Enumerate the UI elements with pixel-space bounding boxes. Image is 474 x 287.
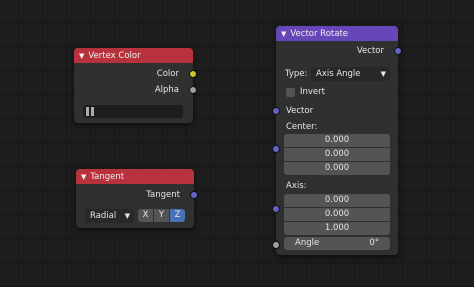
axis-y-button[interactable]: Y [154,209,169,222]
axis-x-field[interactable]: 0.000 [284,194,390,207]
vector-rotate-node[interactable]: ▼ Vector Rotate Vector Type: Axis Angle … [272,26,402,255]
angle-field[interactable]: Angle 0° [284,237,390,250]
axis-label: Axis: [286,181,307,191]
output-color-label: Color [156,69,179,79]
collapse-chevron-icon[interactable]: ▼ [79,52,84,60]
direction-dropdown[interactable]: Radial ▼ [85,209,134,223]
axis-x-button[interactable]: X [138,209,153,222]
output-tangent-label: Tangent [146,190,180,200]
vector-rotate-header[interactable]: ▼ Vector Rotate [276,26,398,41]
color-output-socket[interactable] [189,70,197,78]
type-dropdown[interactable]: Axis Angle ▼ [311,67,390,81]
center-y-field[interactable]: 0.000 [284,148,390,161]
axis-z-button[interactable]: Z [170,209,185,222]
invert-checkbox[interactable] [286,88,295,97]
chevron-down-icon: ▼ [124,212,130,220]
axis-z-field[interactable]: 1.000 [284,222,390,235]
axis-y-field[interactable]: 0.000 [284,208,390,221]
center-input-socket[interactable] [272,145,280,153]
output-vector-label: Vector [356,46,384,56]
tangent-node[interactable]: ▼ Tangent Tangent Radial ▼ X Y Z [76,169,198,228]
angle-value: 0° [369,238,379,248]
angle-input-socket[interactable] [272,241,280,249]
vertex-color-header[interactable]: ▼ Vertex Color [74,48,193,63]
center-label: Center: [286,122,318,132]
vertex-color-node[interactable]: ▼ Vertex Color Color Alpha [74,48,197,123]
node-title: Tangent [90,171,125,182]
chevron-down-icon: ▼ [380,70,386,78]
tangent-output-socket[interactable] [190,191,198,199]
axis-input-socket[interactable] [272,205,280,213]
collapse-chevron-icon[interactable]: ▼ [81,173,86,181]
tangent-header[interactable]: ▼ Tangent [76,169,194,184]
collapse-chevron-icon[interactable]: ▼ [281,30,286,38]
center-z-field[interactable]: 0.000 [284,162,390,175]
invert-label: Invert [300,87,325,97]
node-title: Vertex Color [88,50,141,61]
alpha-output-socket[interactable] [189,86,197,94]
node-title: Vector Rotate [290,28,349,39]
color-layer-field[interactable] [83,105,183,118]
center-x-field[interactable]: 0.000 [284,134,390,147]
angle-label: Angle [295,238,320,248]
vector-output-socket[interactable] [394,47,402,55]
output-alpha-label: Alpha [154,85,179,95]
color-attribute-icon [86,107,94,116]
input-vector-label: Vector [286,106,314,116]
